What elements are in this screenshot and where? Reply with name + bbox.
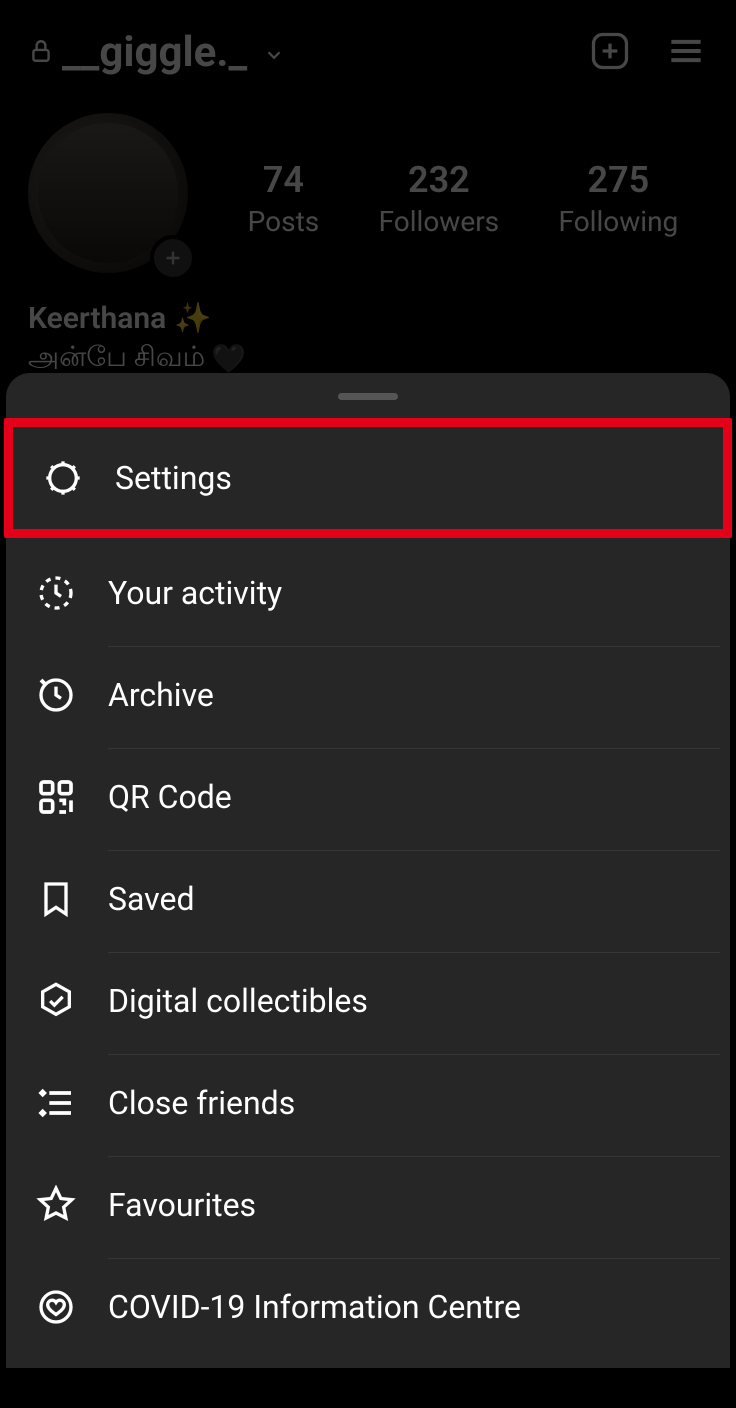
heart-circle-icon [34, 1285, 78, 1329]
bottom-sheet-menu: Settings Your activity Archive QR Code S… [6, 373, 730, 1368]
username-switcher[interactable]: __giggle._ [62, 28, 247, 77]
menu-label: Archive [108, 642, 720, 749]
menu-label: Settings [115, 425, 713, 531]
close-friends-icon [34, 1081, 78, 1125]
menu-label: QR Code [108, 744, 720, 851]
menu-favourites[interactable]: Favourites [6, 1154, 730, 1256]
menu-label: COVID-19 Information Centre [108, 1254, 720, 1360]
qr-code-icon [34, 775, 78, 819]
highlighted-menu-item: Settings [4, 418, 732, 538]
activity-icon [34, 571, 78, 615]
menu-label: Digital collectibles [108, 948, 720, 1055]
sheet-grabber[interactable] [338, 393, 398, 400]
stat-followers[interactable]: 232 Followers [379, 159, 500, 238]
profile-stats-row: 74 Posts 232 Followers 275 Following [0, 89, 736, 283]
bio-text: அன்பே சிவம் [28, 340, 205, 377]
menu-qr-code[interactable]: QR Code [6, 746, 730, 848]
menu-your-activity[interactable]: Your activity [6, 542, 730, 644]
menu-label: Your activity [108, 540, 720, 647]
stat-posts[interactable]: 74 Posts [248, 159, 320, 238]
menu-digital-collectibles[interactable]: Digital collectibles [6, 950, 730, 1052]
menu-label: Saved [108, 846, 720, 953]
menu-button[interactable] [664, 29, 708, 77]
display-name: Keerthana [28, 301, 166, 336]
avatar[interactable] [28, 113, 198, 283]
profile-header: __giggle._ [0, 0, 736, 89]
following-label: Following [559, 205, 679, 238]
menu-label: Close friends [108, 1050, 720, 1157]
menu-label: Favourites [108, 1152, 720, 1259]
posts-label: Posts [248, 205, 320, 238]
menu-saved[interactable]: Saved [6, 848, 730, 950]
menu-archive[interactable]: Archive [6, 644, 730, 746]
lock-icon [28, 38, 54, 68]
menu-close-friends[interactable]: Close friends [6, 1052, 730, 1154]
gear-icon [41, 456, 85, 500]
bookmark-icon [34, 877, 78, 921]
menu-settings[interactable]: Settings [13, 427, 723, 529]
followers-label: Followers [379, 205, 500, 238]
stat-following[interactable]: 275 Following [559, 159, 679, 238]
hexagon-check-icon [34, 979, 78, 1023]
sparkle-icon: ✨ [174, 301, 211, 336]
chevron-down-icon[interactable] [255, 36, 285, 70]
profile-bio: Keerthana ✨ அன்பே சிவம் 🖤 [0, 283, 736, 377]
archive-icon [34, 673, 78, 717]
posts-count: 74 [248, 159, 320, 201]
followers-count: 232 [379, 159, 500, 201]
add-story-button[interactable] [150, 235, 196, 281]
create-post-button[interactable] [588, 29, 632, 77]
following-count: 275 [559, 159, 679, 201]
heart-icon: 🖤 [211, 342, 246, 375]
menu-covid-info[interactable]: COVID-19 Information Centre [6, 1256, 730, 1358]
star-icon [34, 1183, 78, 1227]
